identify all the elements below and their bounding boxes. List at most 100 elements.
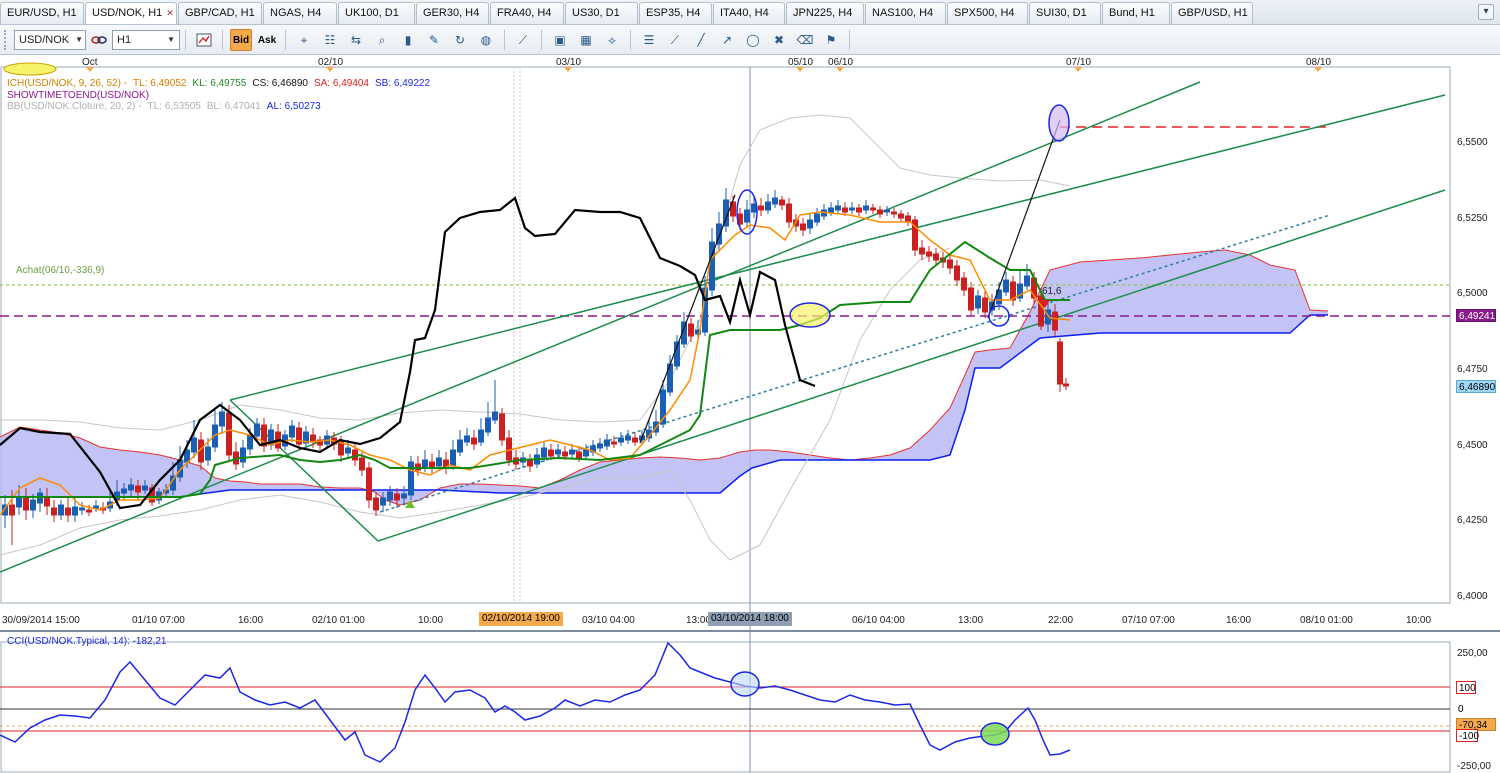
tab-bund-h1[interactable]: Bund, H1 bbox=[1102, 2, 1170, 24]
candle-body bbox=[345, 447, 351, 454]
edit-chart-icon[interactable]: ✎ bbox=[423, 29, 445, 51]
candle-body bbox=[23, 496, 29, 511]
candle-body bbox=[625, 435, 631, 441]
candle-body bbox=[58, 504, 64, 516]
crosshair-icon[interactable]: ⌖ bbox=[293, 29, 315, 51]
indicator-list-icon[interactable]: ☷ bbox=[319, 29, 341, 51]
timeframe-select[interactable]: H1 ▼ bbox=[112, 30, 180, 50]
chart-toolbar: USD/NOK ▼ H1 ▼ Bid Ask ⌖ ☷ ⇆ ⌕ ▮ ✎ ↻ ◍ ⟋ ▣… bbox=[0, 25, 1500, 55]
draw-tools-icon[interactable]: ⟡ bbox=[601, 29, 623, 51]
tab-uk100-d1[interactable]: UK100, D1 bbox=[338, 2, 415, 24]
price-chart[interactable] bbox=[0, 56, 1500, 773]
candle-body bbox=[954, 265, 960, 281]
ichimoku-kl: KL: 6,49755 bbox=[192, 78, 247, 89]
candle-body bbox=[541, 447, 547, 458]
candle-body bbox=[1057, 341, 1063, 385]
symbol-value: USD/NOK bbox=[19, 34, 70, 46]
screenshot-icon[interactable]: ▣ bbox=[549, 29, 571, 51]
buy-order-label[interactable]: Achat(06/10,-336,9) bbox=[16, 265, 105, 276]
bid-button[interactable]: Bid bbox=[230, 29, 252, 51]
tab-label: Bund, H1 bbox=[1109, 7, 1155, 19]
tab-label: NGAS, H4 bbox=[270, 7, 322, 19]
link-chart-icon[interactable] bbox=[88, 29, 110, 51]
eraser-icon[interactable]: ⌫ bbox=[794, 29, 816, 51]
candle-body bbox=[408, 461, 414, 496]
tab-us30-d1[interactable]: US30, D1 bbox=[565, 2, 638, 24]
candle-body bbox=[926, 251, 932, 257]
top-date-label: 05/10 bbox=[788, 57, 814, 68]
candle-icon[interactable]: ▮ bbox=[397, 29, 419, 51]
candle-body bbox=[933, 253, 939, 261]
symbol-select[interactable]: USD/NOK ▼ bbox=[14, 30, 86, 50]
candle-body bbox=[814, 213, 820, 223]
fibonacci-level-label: 61,6 bbox=[1042, 286, 1062, 297]
candle-body bbox=[786, 203, 792, 223]
tab-esp35-h4[interactable]: ESP35, H4 bbox=[639, 2, 712, 24]
candle-body bbox=[499, 413, 505, 441]
ask-button[interactable]: Ask bbox=[256, 29, 278, 51]
tab-label: US30, D1 bbox=[572, 7, 620, 19]
globe-icon[interactable]: ◍ bbox=[475, 29, 497, 51]
ichimoku-legend[interactable]: ICH(USD/NOK, 9, 26, 52) - TL: 6,49052 KL: … bbox=[7, 78, 436, 89]
candle-body bbox=[562, 451, 568, 457]
toolbar-grip[interactable] bbox=[4, 30, 8, 50]
tab-scroll-down-icon[interactable]: ▾ bbox=[1478, 4, 1494, 20]
tab-gbp-cad-h1[interactable]: GBP/CAD, H1 bbox=[178, 2, 262, 24]
candle-body bbox=[968, 287, 974, 311]
compare-icon[interactable]: ⇆ bbox=[345, 29, 367, 51]
cci-legend[interactable]: CCI(USD/NOK.Typical, 14): -182,21 bbox=[7, 636, 167, 647]
tab-ger30-h4[interactable]: GER30, H4 bbox=[416, 2, 489, 24]
object-list-icon[interactable]: ⚑ bbox=[820, 29, 842, 51]
candle-body bbox=[779, 199, 785, 206]
candle-body bbox=[387, 491, 393, 501]
tab-jpn225-h4[interactable]: JPN225, H4 bbox=[786, 2, 864, 24]
pencil-line-icon[interactable]: ╱ bbox=[690, 29, 712, 51]
tab-ngas-h4[interactable]: NGAS, H4 bbox=[263, 2, 337, 24]
trend-line-icon[interactable]: ⟋ bbox=[664, 29, 686, 51]
showtime-legend[interactable]: SHOWTIMETOEND(USD/NOK) bbox=[7, 90, 149, 101]
ichimoku-cs: CS: 6,46890 bbox=[252, 78, 308, 89]
calendar-icon[interactable]: ▦ bbox=[575, 29, 597, 51]
candle-body bbox=[485, 417, 491, 433]
candle-body bbox=[9, 504, 15, 516]
candle-body bbox=[128, 484, 134, 491]
tab-eur-usd-h1[interactable]: EUR/USD, H1 bbox=[0, 2, 84, 24]
tab-nas100-h4[interactable]: NAS100, H4 bbox=[865, 2, 946, 24]
candle-body bbox=[51, 507, 57, 516]
candle-body bbox=[394, 493, 400, 501]
refresh-icon[interactable]: ↻ bbox=[449, 29, 471, 51]
tab-usd-nok-h1[interactable]: USD/NOK, H1 ✕ bbox=[85, 2, 177, 24]
arrow-icon[interactable]: ↗ bbox=[716, 29, 738, 51]
chart-tab-bar: EUR/USD, H1 USD/NOK, H1 ✕ GBP/CAD, H1 NGAS, … bbox=[0, 0, 1500, 25]
timeframe-value: H1 bbox=[117, 34, 132, 46]
candle-body bbox=[632, 437, 638, 443]
horizontal-lines-icon[interactable]: ☰ bbox=[638, 29, 660, 51]
highlight-ellipse bbox=[3, 62, 57, 76]
close-tab-icon[interactable]: ✕ bbox=[166, 9, 175, 18]
clear-drawings-icon[interactable]: ✖ bbox=[768, 29, 790, 51]
ichimoku-sb: SB: 6,49222 bbox=[375, 78, 431, 89]
top-date-label: Oct bbox=[82, 57, 98, 68]
chart-canvas[interactable] bbox=[0, 56, 1500, 773]
chart-type-icon[interactable] bbox=[193, 29, 215, 51]
ruler-icon[interactable]: ⟋ bbox=[512, 29, 534, 51]
candle-body bbox=[1063, 383, 1069, 387]
tab-fra40-h4[interactable]: FRA40, H4 bbox=[490, 2, 564, 24]
tab-gbp-usd-h1[interactable]: GBP/USD, H1 bbox=[1171, 2, 1253, 24]
price-axis-label: 6,4250 bbox=[1457, 515, 1488, 526]
tab-sui30-d1[interactable]: SUI30, D1 bbox=[1029, 2, 1101, 24]
tab-spx500-h4[interactable]: SPX500, H4 bbox=[947, 2, 1028, 24]
candle-body bbox=[79, 507, 85, 511]
price-axis-label: 6,5500 bbox=[1457, 137, 1488, 148]
time-axis-label: 07/10 07:00 bbox=[1122, 615, 1175, 626]
candle-body bbox=[254, 423, 260, 437]
tab-label: JPN225, H4 bbox=[793, 7, 853, 19]
zoom-icon[interactable]: ⌕ bbox=[371, 29, 393, 51]
highlight-ellipse bbox=[1048, 104, 1070, 142]
tab-label: SUI30, D1 bbox=[1036, 7, 1087, 19]
ellipse-icon[interactable]: ◯ bbox=[742, 29, 764, 51]
tab-ita40-h4[interactable]: ITA40, H4 bbox=[713, 2, 785, 24]
bollinger-legend[interactable]: BB(USD/NOK.Cloture, 20, 2) - TL: 6,53505 B… bbox=[7, 101, 327, 112]
candle-body bbox=[849, 207, 855, 211]
time-axis-label: 22:00 bbox=[1048, 615, 1074, 626]
